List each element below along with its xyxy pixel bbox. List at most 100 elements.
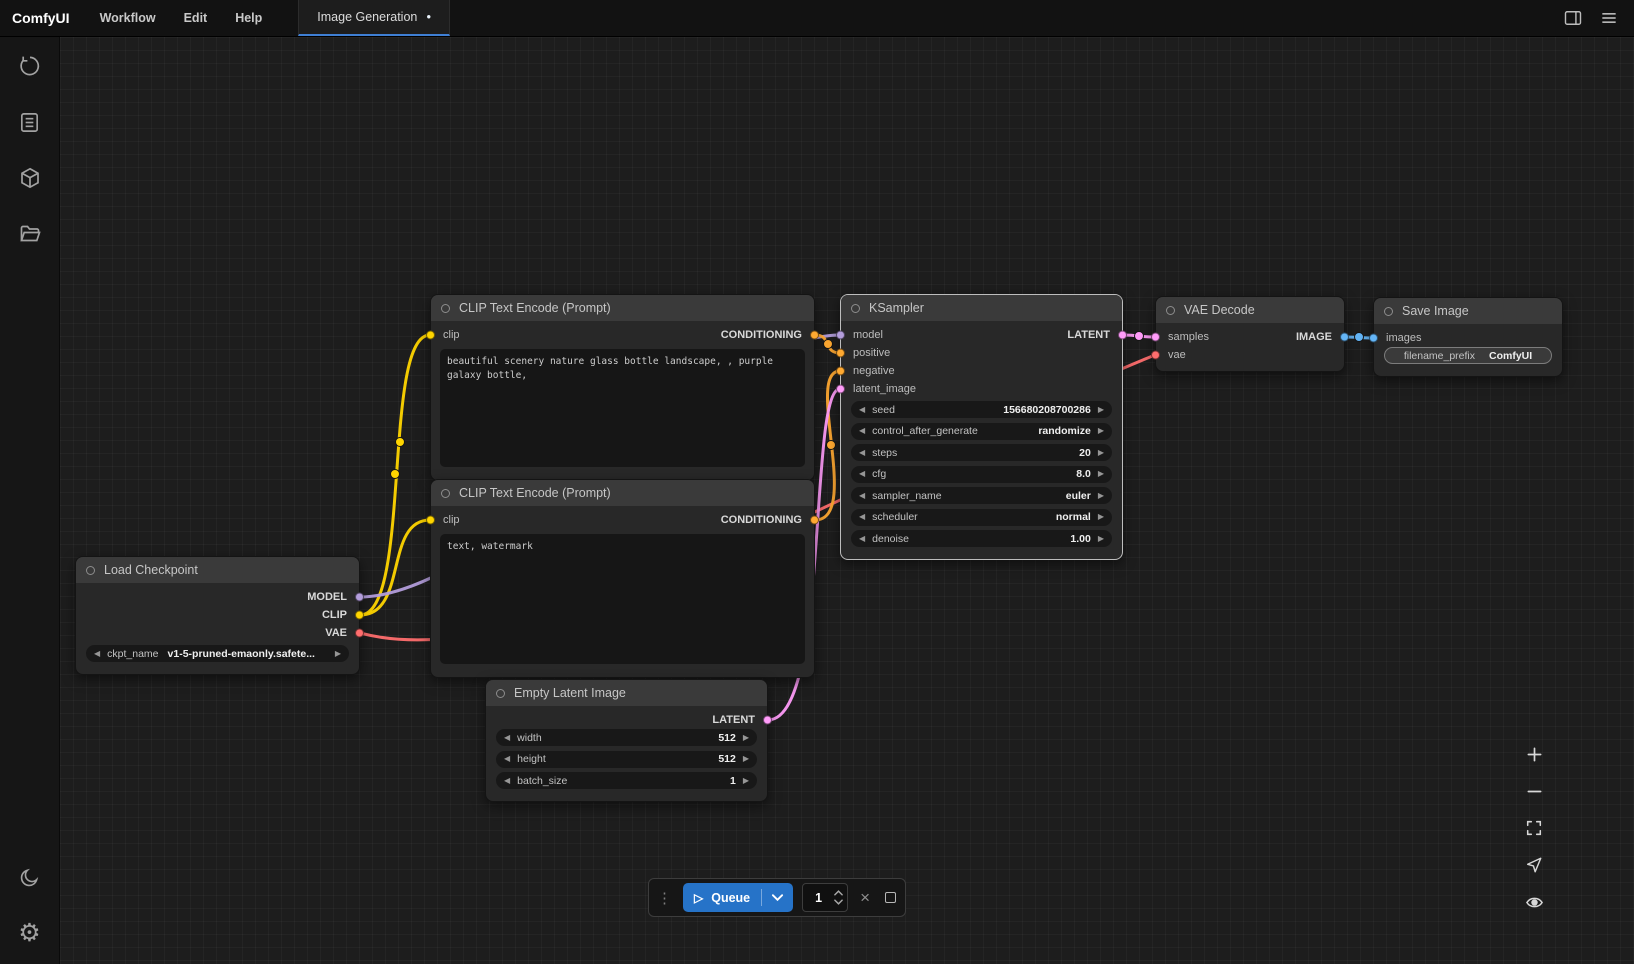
batch-count-input[interactable]: 1 [802, 883, 848, 912]
count-increment-icon[interactable] [834, 890, 843, 896]
queue-list-icon[interactable] [17, 109, 43, 135]
output-port-conditioning[interactable] [810, 331, 819, 340]
input-port-vae[interactable] [1151, 351, 1160, 360]
node-save-image[interactable]: Save Image images filename_prefix ComfyU… [1373, 297, 1563, 377]
clear-queue-icon[interactable]: × [857, 889, 873, 906]
collapse-dot-icon[interactable] [86, 566, 95, 575]
node-vae-decode[interactable]: VAE Decode samples IMAGE vae [1155, 296, 1345, 372]
panel-toggle-icon[interactable] [1558, 4, 1588, 32]
increment-arrow-icon[interactable]: ▶ [1098, 427, 1104, 435]
increment-arrow-icon[interactable]: ▶ [1098, 470, 1104, 478]
collapse-dot-icon[interactable] [1166, 306, 1175, 315]
node-load-checkpoint[interactable]: Load Checkpoint MODEL CLIP VAE ◀ ckpt_na… [75, 556, 360, 675]
navigate-arrow-icon[interactable] [1522, 854, 1546, 876]
collapse-dot-icon[interactable] [851, 304, 860, 313]
decrement-arrow-icon[interactable]: ◀ [859, 470, 865, 478]
queue-options-chevron-icon[interactable] [762, 893, 793, 902]
prompt-text-area[interactable]: beautiful scenery nature glass bottle la… [440, 349, 805, 467]
zoom-out-icon[interactable] [1522, 780, 1546, 802]
input-port-clip[interactable] [426, 331, 435, 340]
history-icon[interactable] [17, 53, 43, 79]
node-header[interactable]: VAE Decode [1156, 297, 1344, 323]
workflows-folder-icon[interactable] [17, 221, 43, 247]
increment-arrow-icon[interactable]: ▶ [335, 650, 341, 658]
node-header[interactable]: CLIP Text Encode (Prompt) [431, 295, 814, 321]
tab-image-generation[interactable]: Image Generation ● [298, 0, 450, 36]
increment-arrow-icon[interactable]: ▶ [743, 734, 749, 742]
node-clip-text-encode-negative[interactable]: CLIP Text Encode (Prompt) clip CONDITION… [430, 479, 815, 678]
model-library-icon[interactable] [17, 165, 43, 191]
decrement-arrow-icon[interactable]: ◀ [504, 734, 510, 742]
node-header[interactable]: Save Image [1374, 298, 1562, 324]
widget-height[interactable]: ◀ height 512 ▶ [496, 751, 757, 768]
stop-icon[interactable] [885, 892, 896, 903]
increment-arrow-icon[interactable]: ▶ [743, 755, 749, 763]
input-port-positive[interactable] [836, 349, 845, 358]
widget-sampler-name[interactable]: ◀ sampler_name euler ▶ [851, 487, 1112, 504]
collapse-dot-icon[interactable] [496, 689, 505, 698]
count-decrement-icon[interactable] [834, 899, 843, 905]
decrement-arrow-icon[interactable]: ◀ [504, 755, 510, 763]
link-visibility-eye-icon[interactable] [1522, 891, 1546, 913]
output-port-clip[interactable] [355, 611, 364, 620]
input-port-clip[interactable] [426, 516, 435, 525]
node-empty-latent-image[interactable]: Empty Latent Image LATENT ◀ width 512 ▶ … [485, 679, 768, 802]
collapse-dot-icon[interactable] [441, 489, 450, 498]
increment-arrow-icon[interactable]: ▶ [1098, 513, 1104, 521]
menu-edit[interactable]: Edit [170, 0, 222, 36]
node-header[interactable]: Load Checkpoint [76, 557, 359, 583]
node-header[interactable]: KSampler [841, 295, 1122, 321]
input-port-images[interactable] [1369, 334, 1378, 343]
output-port-vae[interactable] [355, 629, 364, 638]
input-port-latent-image[interactable] [836, 385, 845, 394]
increment-arrow-icon[interactable]: ▶ [743, 777, 749, 785]
zoom-in-icon[interactable] [1522, 743, 1546, 765]
input-port-samples[interactable] [1151, 333, 1160, 342]
decrement-arrow-icon[interactable]: ◀ [94, 650, 100, 658]
widget-filename-prefix[interactable]: filename_prefix ComfyUI [1384, 347, 1552, 364]
graph-canvas[interactable]: Load Checkpoint MODEL CLIP VAE ◀ ckpt_na… [60, 37, 1634, 964]
increment-arrow-icon[interactable]: ▶ [1098, 406, 1104, 414]
output-port-latent[interactable] [763, 716, 772, 725]
widget-cfg[interactable]: ◀ cfg 8.0 ▶ [851, 466, 1112, 483]
hamburger-menu-icon[interactable] [1594, 4, 1624, 32]
output-port-image[interactable] [1340, 333, 1349, 342]
increment-arrow-icon[interactable]: ▶ [1098, 535, 1104, 543]
app-logo[interactable]: ComfyUI [0, 0, 86, 36]
widget-denoise[interactable]: ◀ denoise 1.00 ▶ [851, 530, 1112, 547]
menu-workflow[interactable]: Workflow [86, 0, 170, 36]
collapse-dot-icon[interactable] [441, 304, 450, 313]
widget-steps[interactable]: ◀ steps 20 ▶ [851, 444, 1112, 461]
input-port-model[interactable] [836, 331, 845, 340]
widget-width[interactable]: ◀ width 512 ▶ [496, 729, 757, 746]
queue-button[interactable]: ▷ Queue [683, 891, 761, 905]
decrement-arrow-icon[interactable]: ◀ [859, 513, 865, 521]
widget-seed[interactable]: ◀ seed 156680208700286 ▶ [851, 401, 1112, 418]
widget-batch-size[interactable]: ◀ batch_size 1 ▶ [496, 772, 757, 789]
widget-control-after-generate[interactable]: ◀ control_after_generate randomize ▶ [851, 423, 1112, 440]
decrement-arrow-icon[interactable]: ◀ [859, 406, 865, 414]
drag-handle-icon[interactable]: ⋮ [655, 889, 674, 907]
node-header[interactable]: Empty Latent Image [486, 680, 767, 706]
increment-arrow-icon[interactable]: ▶ [1098, 492, 1104, 500]
fit-view-icon[interactable] [1522, 817, 1546, 839]
settings-gear-icon[interactable]: ⚙ [17, 920, 43, 946]
input-port-negative[interactable] [836, 367, 845, 376]
collapse-dot-icon[interactable] [1384, 307, 1393, 316]
decrement-arrow-icon[interactable]: ◀ [859, 427, 865, 435]
decrement-arrow-icon[interactable]: ◀ [859, 492, 865, 500]
output-port-model[interactable] [355, 593, 364, 602]
node-ksampler[interactable]: KSampler model LATENT positive negative … [840, 294, 1123, 560]
prompt-text-area[interactable]: text, watermark [440, 534, 805, 664]
widget-scheduler[interactable]: ◀ scheduler normal ▶ [851, 509, 1112, 526]
decrement-arrow-icon[interactable]: ◀ [859, 449, 865, 457]
output-port-latent[interactable] [1118, 331, 1127, 340]
decrement-arrow-icon[interactable]: ◀ [504, 777, 510, 785]
output-port-conditioning[interactable] [810, 516, 819, 525]
theme-moon-icon[interactable] [17, 864, 43, 890]
increment-arrow-icon[interactable]: ▶ [1098, 449, 1104, 457]
node-clip-text-encode-positive[interactable]: CLIP Text Encode (Prompt) clip CONDITION… [430, 294, 815, 481]
node-header[interactable]: CLIP Text Encode (Prompt) [431, 480, 814, 506]
decrement-arrow-icon[interactable]: ◀ [859, 535, 865, 543]
menu-help[interactable]: Help [221, 0, 276, 36]
